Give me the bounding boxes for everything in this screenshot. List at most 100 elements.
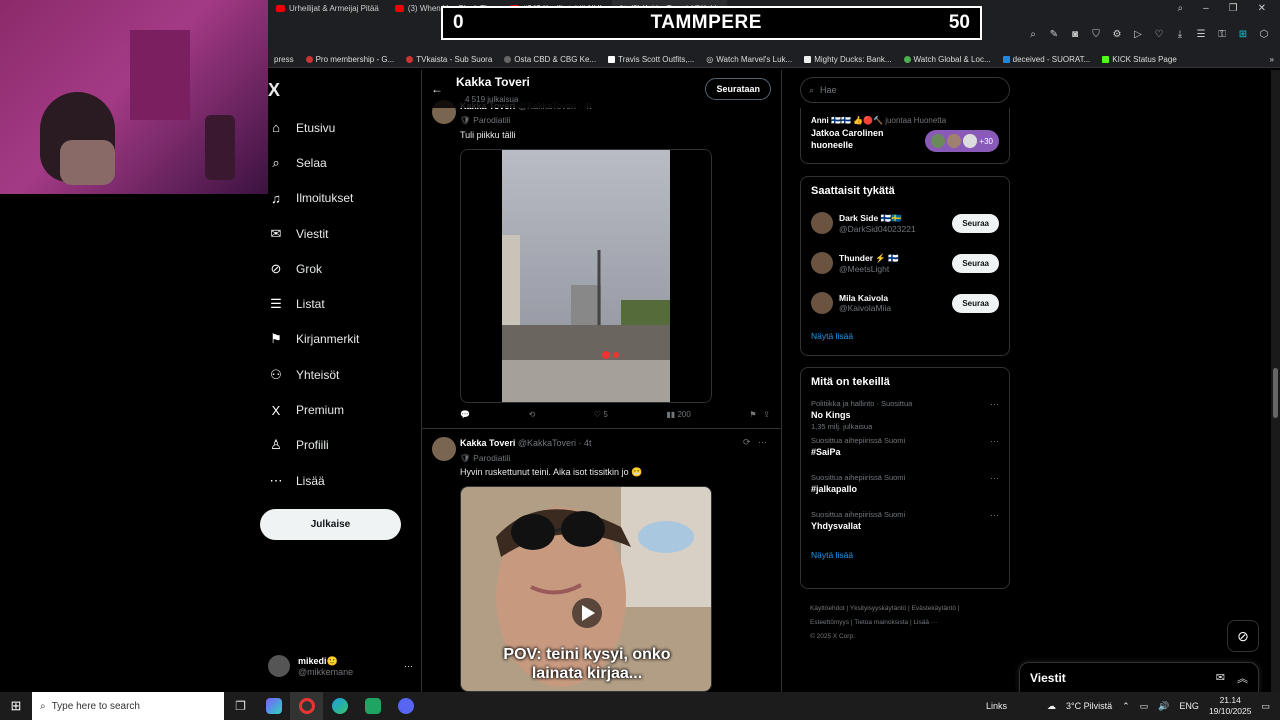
follow-button[interactable]: Seuraa <box>952 213 999 233</box>
network-icon[interactable]: ▭ <box>1140 701 1149 712</box>
edit-icon[interactable]: ✎ <box>1048 29 1060 40</box>
search-input[interactable]: ⌕ Hae <box>800 77 1010 103</box>
sidebar-item-home[interactable]: ⌂ Etusivu <box>268 110 421 145</box>
bookmark[interactable]: Pro membership - G... <box>300 55 401 64</box>
opera-icon[interactable] <box>290 692 323 720</box>
x-logo-icon[interactable]: X <box>268 70 421 110</box>
grok-button[interactable]: ⊘ <box>1227 620 1259 652</box>
avatar[interactable] <box>432 437 456 461</box>
cube-icon[interactable]: ⬡ <box>1258 29 1270 40</box>
download-icon[interactable]: ⤓ <box>1174 29 1186 40</box>
bookmark[interactable]: ◎ Watch Marvel's Luk... <box>700 55 798 64</box>
close-icon[interactable]: ✕ <box>1258 3 1266 14</box>
more-icon[interactable]: ⋯ <box>990 473 999 484</box>
tweet-video[interactable] <box>460 149 712 403</box>
window-controls: ⌕ – ❐ ✕ <box>1163 0 1280 16</box>
account-switcher[interactable]: mikedi🙂 @mikkemane ··· <box>268 650 413 682</box>
show-more-link[interactable]: Näytä lisää <box>801 542 1009 568</box>
clock[interactable]: 21.14 19/10/2025 <box>1209 695 1252 717</box>
sidebar-item-profile[interactable]: ♙ Profiili <box>268 428 421 463</box>
tweet-author[interactable]: Kakka Toveri @KakkaToveri · 4t <box>460 438 592 448</box>
sidebar-item-messages[interactable]: ✉ Viestit <box>268 216 421 251</box>
sidebar: X ⌂ Etusivu ⌕ Selaa ♫ Ilmoitukset ✉ Viestit … <box>260 70 421 692</box>
show-more-link[interactable]: Näytä lisää <box>801 323 1009 349</box>
bookmark[interactable]: Travis Scott Outfits,... <box>602 55 700 64</box>
settings-icon[interactable]: ⚙ <box>1111 29 1123 40</box>
sidebar-item-lists[interactable]: ☰ Listat <box>268 286 421 321</box>
sidebar-item-communities[interactable]: ⚇ Yhteisöt <box>268 357 421 392</box>
lock-icon[interactable]: ⚿ <box>1216 29 1228 40</box>
search-icon[interactable]: ⌕ <box>1027 29 1039 40</box>
suggested-user[interactable]: Dark Side 🇫🇮🇸🇪 @DarkSid04023221 Seuraa <box>801 203 1009 243</box>
reply-icon[interactable]: 💬 <box>460 410 470 419</box>
retweet-icon[interactable]: ⟲ <box>529 410 536 419</box>
bookmarks-overflow-icon[interactable]: » <box>1264 55 1280 64</box>
bookmark[interactable]: Osta CBD & CBG Ke... <box>498 55 602 64</box>
sidebar-item-more[interactable]: ⋯ Lisää <box>268 463 421 498</box>
bookmark-icon[interactable]: ⚑ ⇪ <box>749 410 770 419</box>
following-button[interactable]: Seurataan <box>705 78 771 100</box>
sidebar-item-grok[interactable]: ⊘ Grok <box>268 251 421 286</box>
weather-icon[interactable]: ☁ <box>1047 701 1056 712</box>
chevron-up-icon[interactable]: ︽ <box>1237 670 1248 686</box>
more-icon[interactable]: ··· <box>404 661 413 671</box>
tweet[interactable]: Kakka Toveri @KakkaToveri · 4t ⟳ ⋯ 🛡 Par… <box>422 429 781 692</box>
page-scrollbar[interactable] <box>1271 70 1280 692</box>
suggested-user[interactable]: Thunder ⚡ 🇫🇮 @MeetsLight Seuraa <box>801 243 1009 283</box>
trend-item[interactable]: Politiikka ja hallinto · Suosittua No Ki… <box>801 394 1009 431</box>
tweet-more-icon[interactable]: ⟳ ⋯ <box>743 437 767 448</box>
browser-tab[interactable]: Urheilijat & Armeijaj Pitää <box>268 0 387 16</box>
tweet[interactable]: Kakka Toveri @KakkaToveri · 4t 🛡 Parodia… <box>422 70 781 426</box>
taskbar-search-input[interactable]: ⌕ Type here to search <box>32 692 224 720</box>
minimize-icon[interactable]: – <box>1203 3 1209 14</box>
live-space-card[interactable]: Anni 🇫🇮🇫🇮 👍🔴🔨 juontaa Huonetta Jatkoa Ca… <box>800 108 1010 164</box>
tweet-video[interactable]: POV: teini kysyi, onko lainata kirjaa... <box>460 486 712 692</box>
more-icon[interactable]: ⋯ <box>990 436 999 447</box>
camera-icon[interactable]: ◙ <box>1069 29 1081 40</box>
extension-icon[interactable]: ⊞ <box>1237 29 1249 40</box>
language-indicator[interactable]: ENG <box>1179 701 1199 711</box>
bookmark[interactable]: KICK Status Page <box>1096 55 1182 64</box>
bookmark[interactable]: TVkaista - Sub Suora <box>400 55 498 64</box>
follow-button[interactable]: Seuraa <box>952 293 999 313</box>
sidebar-item-explore[interactable]: ⌕ Selaa <box>268 145 421 180</box>
chevron-up-icon[interactable]: ⌃ <box>1122 701 1130 712</box>
post-button[interactable]: Julkaise <box>260 509 401 540</box>
browser-search-icon[interactable]: ⌕ <box>1177 3 1183 14</box>
maximize-icon[interactable]: ❐ <box>1229 3 1238 14</box>
trend-item[interactable]: Suosittua aihepiirissä Suomi Yhdysvallat… <box>801 505 1009 542</box>
trend-item[interactable]: Suosittua aihepiirissä Suomi #jalkapallo… <box>801 468 1009 505</box>
follow-button[interactable]: Seuraa <box>952 253 999 273</box>
views-button[interactable]: ▮▮ 200 <box>666 410 690 419</box>
scrollbar-thumb[interactable] <box>1273 368 1278 418</box>
messages-drawer[interactable]: Viestit ✉ ︽ <box>1019 662 1259 692</box>
taskbar-app-icon[interactable] <box>257 692 290 720</box>
heart-icon[interactable]: ♡ <box>1153 29 1165 40</box>
sidebar-item-premium[interactable]: X Premium <box>268 392 421 427</box>
volume-icon[interactable]: 🔊 <box>1158 701 1169 712</box>
play-icon[interactable]: ▷ <box>1132 29 1144 40</box>
suggested-user[interactable]: Mila Kaivola @KaivolaMiia Seuraa <box>801 283 1009 323</box>
new-message-icon[interactable]: ✉ <box>1216 671 1225 684</box>
weather-text[interactable]: 3°C Pilvistä <box>1066 701 1112 711</box>
bookmark[interactable]: deceived - SUORAT... <box>997 55 1097 64</box>
sidebar-item-notifications[interactable]: ♫ Ilmoitukset <box>268 181 421 216</box>
notifications-icon[interactable]: ▭ <box>1261 701 1270 712</box>
windows-start-icon[interactable]: ⊞ <box>0 692 32 720</box>
edge-icon[interactable] <box>323 692 356 720</box>
task-view-icon[interactable]: ❐ <box>224 692 257 720</box>
discord-icon[interactable] <box>389 692 422 720</box>
like-button[interactable]: ♡ 5 <box>594 410 608 419</box>
menu-icon[interactable]: ☰ <box>1195 29 1207 40</box>
back-arrow-icon[interactable]: ← <box>422 82 452 96</box>
taskbar-app-icon[interactable] <box>356 692 389 720</box>
links-toolbar[interactable]: Links <box>986 701 1007 711</box>
bookmark[interactable]: Watch Global & Loc... <box>898 55 997 64</box>
more-icon[interactable]: ⋯ <box>990 399 999 410</box>
trend-item[interactable]: Suosittua aihepiirissä Suomi #SaiPa ⋯ <box>801 431 1009 468</box>
bookmark[interactable]: press <box>268 55 300 64</box>
sidebar-item-bookmarks[interactable]: ⚑ Kirjanmerkit <box>268 322 421 357</box>
shield-icon[interactable]: ⛉ <box>1090 29 1102 40</box>
bookmark[interactable]: Mighty Ducks: Bank... <box>798 55 897 64</box>
more-icon[interactable]: ⋯ <box>990 510 999 521</box>
